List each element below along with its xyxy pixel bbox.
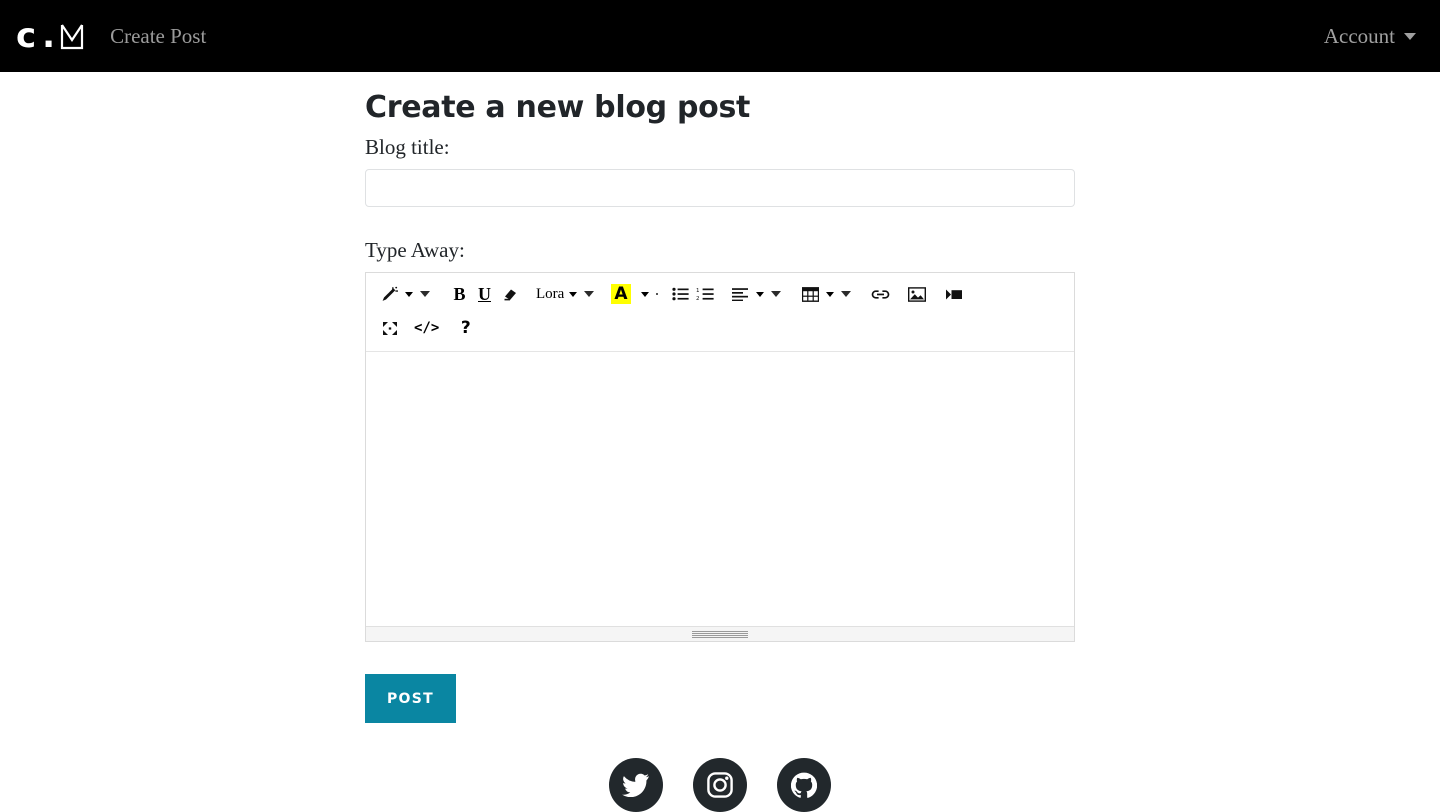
ordered-list-icon[interactable]: 1 2: [693, 281, 718, 307]
toolbar-group-font-style: B U: [442, 281, 527, 307]
footer-social-links: [0, 758, 1440, 812]
editor-resize-handle[interactable]: [366, 626, 1074, 641]
text-highlight-color-icon[interactable]: A: [611, 284, 631, 304]
font-family-caret-icon[interactable]: [569, 291, 578, 297]
brand-logo[interactable]: c .: [16, 19, 84, 53]
editor-toolbar-row-2: </> ?: [372, 311, 1068, 345]
video-icon[interactable]: [942, 281, 967, 307]
paragraph-align-icon[interactable]: [728, 281, 753, 307]
table-icon[interactable]: [798, 281, 823, 307]
unordered-list-icon[interactable]: [668, 281, 693, 307]
color-divider-dot-icon: [655, 293, 658, 295]
toolbar-group-color: A: [606, 284, 662, 304]
bold-icon[interactable]: B: [447, 281, 472, 307]
toolbar-group-table: [793, 281, 863, 307]
svg-text:1: 1: [696, 288, 700, 294]
fullscreen-icon[interactable]: [377, 315, 402, 341]
rich-text-editor: B U Lora A 1 2 </> ?: [365, 272, 1075, 642]
toolbar-group-lists: 1 2: [663, 281, 723, 307]
page-title: Create a new blog post: [365, 90, 751, 125]
text-color-caret-icon[interactable]: [640, 291, 649, 297]
font-size-caret-icon[interactable]: [584, 291, 595, 297]
help-icon[interactable]: ?: [453, 315, 478, 341]
brand-dot: .: [42, 16, 56, 56]
caret-down-icon: [1404, 32, 1416, 40]
blog-title-label: Blog title:: [365, 135, 450, 159]
toolbar-group-insert: [863, 281, 972, 307]
remove-format-eraser-icon[interactable]: [497, 281, 522, 307]
github-icon[interactable]: [777, 758, 831, 812]
post-button[interactable]: POST: [365, 674, 456, 723]
nav-link-create-post[interactable]: Create Post: [110, 24, 206, 49]
line-height-caret-icon[interactable]: [770, 291, 781, 297]
brand-letter-c: c: [16, 16, 37, 56]
editor-toolbar: B U Lora A 1 2 </> ?: [366, 273, 1074, 352]
account-menu[interactable]: Account: [1324, 24, 1416, 49]
magic-wand-style-icon[interactable]: [377, 281, 402, 307]
editor-content-area[interactable]: [366, 352, 1074, 626]
m-crown-logo-icon: [60, 23, 84, 50]
table-options-caret-icon[interactable]: [840, 291, 851, 297]
picture-icon[interactable]: [905, 281, 930, 307]
toolbar-group-paragraph: [723, 281, 793, 307]
link-icon[interactable]: [868, 281, 893, 307]
editor-toolbar-row-1: B U Lora A 1 2: [372, 277, 1068, 311]
instagram-icon[interactable]: [693, 758, 747, 812]
toolbar-group-font-family: Lora: [527, 286, 606, 303]
style-caret-icon[interactable]: [405, 291, 413, 297]
blog-title-input[interactable]: [365, 169, 1075, 207]
style-dropdown-caret-icon[interactable]: [420, 291, 430, 297]
svg-text:2: 2: [696, 296, 700, 301]
code-view-icon[interactable]: </>: [411, 315, 442, 341]
twitter-icon[interactable]: [609, 758, 663, 812]
font-family-dropdown[interactable]: Lora: [532, 286, 566, 303]
underline-icon[interactable]: U: [472, 281, 497, 307]
toolbar-group-view: </> ?: [372, 315, 483, 341]
create-post-form: Create a new blog post Blog title: Type …: [365, 72, 1075, 723]
paragraph-caret-icon[interactable]: [755, 291, 764, 297]
toolbar-group-style: [372, 281, 442, 307]
account-menu-label: Account: [1323, 23, 1395, 48]
body-label: Type Away:: [365, 238, 465, 262]
top-navbar: c . Create Post Account: [0, 0, 1440, 72]
table-caret-icon[interactable]: [825, 291, 834, 297]
resize-grip-icon: [692, 630, 748, 638]
